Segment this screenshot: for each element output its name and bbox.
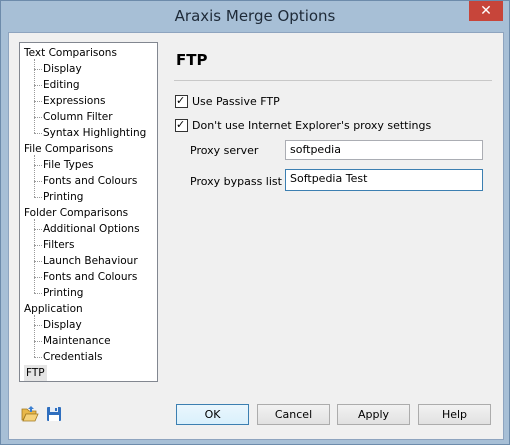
no-ie-proxy-option[interactable]: ✓ Don't use Internet Explorer's proxy set… (175, 118, 431, 134)
tree-subitem[interactable]: Launch Behaviour (43, 253, 138, 269)
tree-subitem[interactable]: Printing (43, 285, 83, 301)
dialog-client: Text Comparisons Display Editing Expression… (8, 32, 504, 440)
tree-connector (34, 315, 35, 357)
tree-category[interactable]: FTP (24, 365, 47, 381)
tree-connector (34, 261, 42, 262)
tree-category[interactable]: File Comparisons (24, 141, 113, 157)
window-title: Araxis Merge Options (174, 7, 336, 25)
tree-connector (34, 277, 42, 278)
tree-connector (34, 245, 42, 246)
tree-connector (34, 117, 42, 118)
proxy-server-input[interactable]: softpedia (285, 140, 483, 160)
save-disk-icon[interactable] (45, 405, 63, 423)
tree-connector (34, 229, 42, 230)
tree-connector (34, 197, 42, 198)
tree-connector (34, 101, 42, 102)
tree-connector (34, 181, 42, 182)
tree-subitem[interactable]: Additional Options (43, 221, 140, 237)
tree-connector (34, 155, 35, 197)
tree-connector (34, 69, 42, 70)
no-ie-proxy-checkbox[interactable]: ✓ (175, 118, 188, 132)
ok-button[interactable]: OK (176, 404, 249, 425)
apply-button[interactable]: Apply (337, 404, 410, 425)
proxy-bypass-input[interactable]: Softpedia Test (285, 169, 483, 191)
options-dialog: Araxis Merge Options ✕ Text Comparisons D… (0, 0, 510, 445)
tree-subitem[interactable]: Syntax Highlighting (43, 125, 146, 141)
tree-subitem[interactable]: Credentials (43, 349, 103, 365)
title-separator (174, 80, 492, 81)
panel-title: FTP (176, 51, 208, 69)
tree-subitem[interactable]: Maintenance (43, 333, 111, 349)
use-passive-ftp-option[interactable]: ✓ Use Passive FTP (175, 94, 280, 110)
tree-connector (34, 357, 42, 358)
cancel-button[interactable]: Cancel (257, 404, 330, 425)
tree-connector (34, 219, 35, 293)
tree-connector (34, 59, 35, 133)
title-bar[interactable]: Araxis Merge Options ✕ (1, 1, 509, 33)
close-icon: ✕ (480, 3, 492, 19)
tree-connector (34, 325, 42, 326)
tree-subitem[interactable]: Display (43, 317, 82, 333)
tree-connector (34, 293, 42, 294)
tree-subitem[interactable]: Display (43, 61, 82, 77)
help-button[interactable]: Help (418, 404, 491, 425)
tree-subitem[interactable]: Column Filter (43, 109, 113, 125)
tree-category[interactable]: Application (24, 301, 83, 317)
tree-subitem[interactable]: Editing (43, 77, 80, 93)
tree-category[interactable]: Folder Comparisons (24, 205, 128, 221)
tree-connector (34, 165, 42, 166)
tree-subitem[interactable]: Expressions (43, 93, 105, 109)
use-passive-ftp-label: Use Passive FTP (192, 95, 280, 108)
tree-category[interactable]: Text Comparisons (24, 45, 117, 61)
tree-subitem[interactable]: Fonts and Colours (43, 269, 137, 285)
tree-connector (34, 85, 42, 86)
folder-open-icon[interactable] (21, 405, 39, 423)
close-button[interactable]: ✕ (469, 1, 503, 21)
tree-connector (34, 341, 42, 342)
tree-subitem[interactable]: Filters (43, 237, 74, 253)
proxy-bypass-label: Proxy bypass list (190, 175, 282, 188)
tree-subitem[interactable]: Fonts and Colours (43, 173, 137, 189)
proxy-server-label: Proxy server (190, 144, 259, 157)
tree-subitem[interactable]: File Types (43, 157, 94, 173)
no-ie-proxy-label: Don't use Internet Explorer's proxy sett… (192, 119, 432, 132)
options-tree[interactable]: Text Comparisons Display Editing Expression… (19, 42, 158, 382)
tree-subitem[interactable]: Printing (43, 189, 83, 205)
use-passive-ftp-checkbox[interactable]: ✓ (175, 94, 188, 108)
tree-connector (34, 133, 42, 134)
